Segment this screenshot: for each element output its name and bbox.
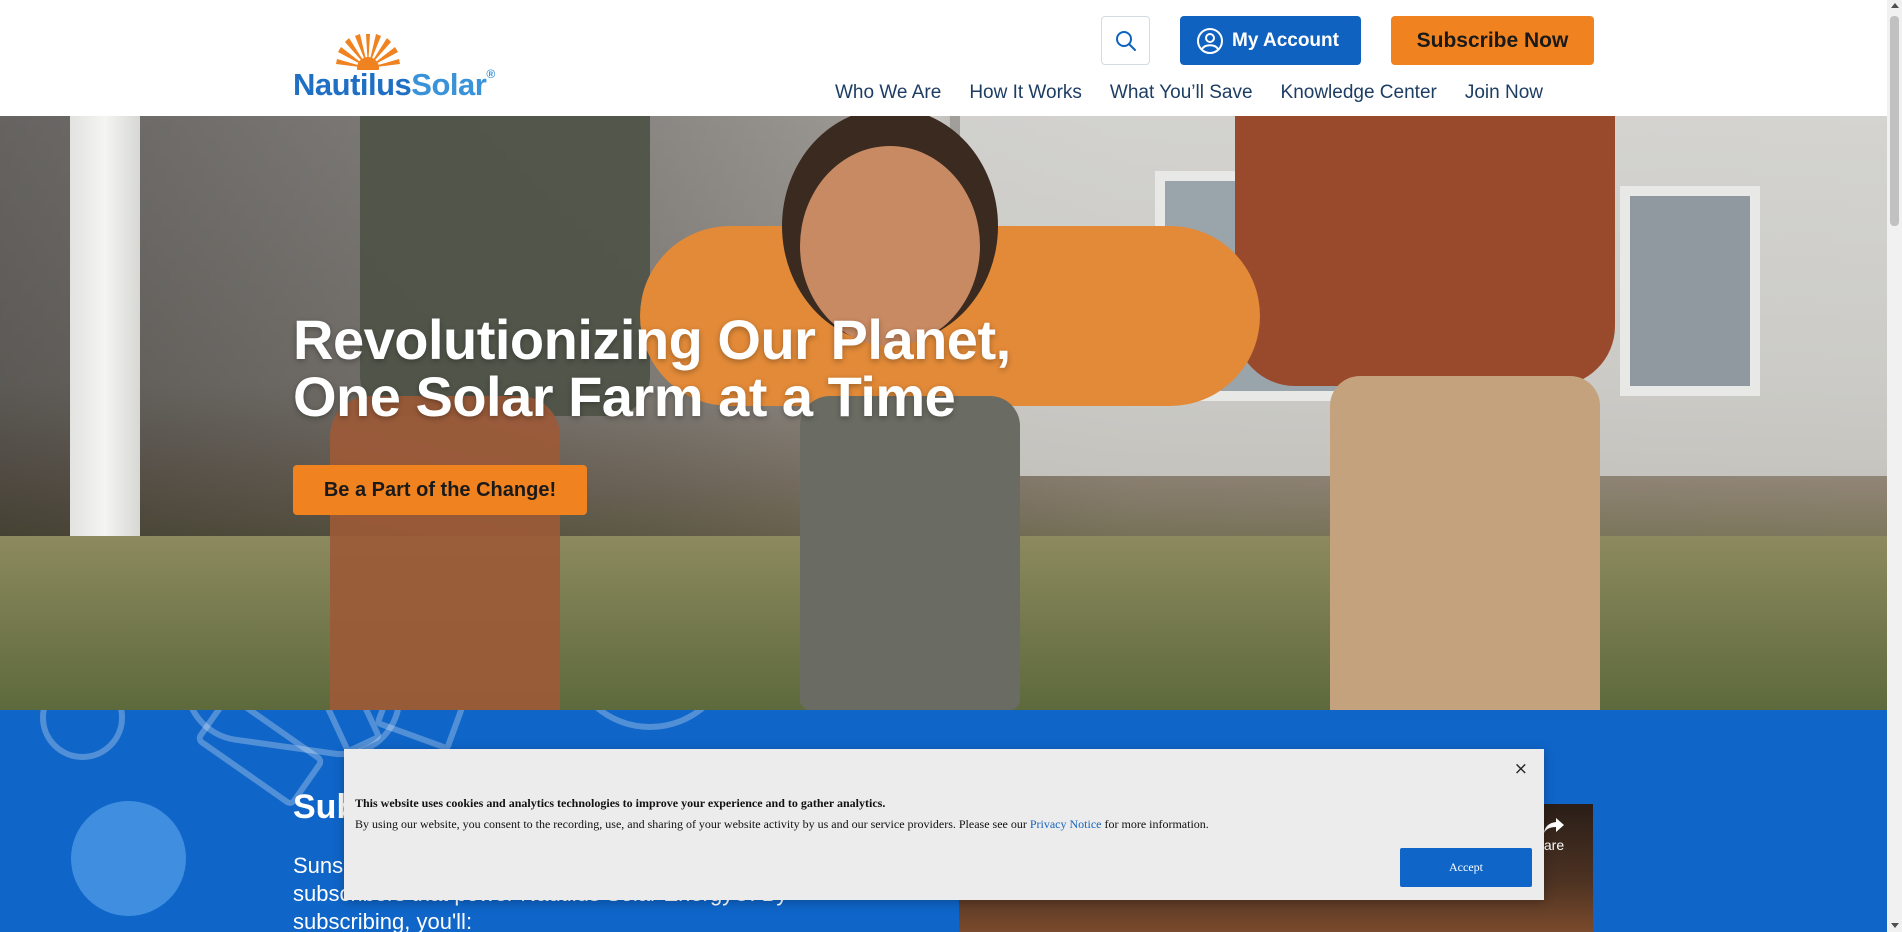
search-button[interactable] [1101, 16, 1150, 65]
hero-person-right-pants [1330, 376, 1600, 710]
hero-person-right-sweater [1235, 116, 1615, 386]
nautilus-solar-logo[interactable]: NautilusSolar® [293, 28, 518, 103]
user-circle-icon [1197, 27, 1223, 54]
decorative-circle [40, 710, 125, 760]
hero-child-overalls [800, 396, 1020, 710]
close-icon[interactable]: × [1514, 759, 1528, 779]
video-share-label: are [1543, 837, 1565, 853]
page-scrollbar[interactable] [1887, 0, 1902, 932]
hero-title: Revolutionizing Our Planet, One Solar Fa… [293, 311, 1011, 425]
privacy-notice-link[interactable]: Privacy Notice [1030, 817, 1102, 831]
hero-title-line-2: One Solar Farm at a Time [293, 365, 956, 428]
nav-what-youll-save[interactable]: What You’ll Save [1110, 82, 1253, 104]
logo-word-nautilus: Nautilus [293, 67, 412, 102]
hero-banner: Revolutionizing Our Planet, One Solar Fa… [0, 116, 1887, 710]
my-account-label: My Account [1232, 29, 1339, 51]
logo-word-solar: Solar [411, 67, 487, 102]
main-nav: Who We Are How It Works What You’ll Save… [835, 82, 1543, 104]
sun-logo-icon [336, 34, 400, 70]
subscribe-now-button[interactable]: Subscribe Now [1391, 16, 1594, 65]
scroll-down-arrow-icon[interactable] [1891, 923, 1899, 928]
hero-column [70, 116, 140, 536]
hero-window [1620, 186, 1760, 396]
video-share-button[interactable]: are [1543, 816, 1565, 853]
nav-how-it-works[interactable]: How It Works [969, 82, 1082, 104]
cookie-body-text: By using our website, you consent to the… [355, 817, 1030, 831]
nav-join-now[interactable]: Join Now [1465, 82, 1543, 104]
share-arrow-icon [1544, 818, 1564, 833]
cookie-banner-body: By using our website, you consent to the… [355, 817, 1209, 832]
nav-knowledge-center[interactable]: Knowledge Center [1281, 82, 1437, 104]
accept-cookies-button[interactable]: Accept [1400, 848, 1532, 887]
hero-person-left-pants [330, 396, 560, 710]
site-header: NautilusSolar® My Account Subscribe Now … [0, 0, 1887, 116]
my-account-button[interactable]: My Account [1180, 16, 1361, 65]
decorative-circle [565, 710, 735, 730]
be-part-of-change-button[interactable]: Be a Part of the Change! [293, 465, 587, 515]
logo-registered-mark: ® [486, 67, 495, 81]
cookie-banner-title: This website uses cookies and analytics … [355, 796, 886, 810]
nav-who-we-are[interactable]: Who We Are [835, 82, 941, 104]
scrollbar-thumb[interactable] [1890, 16, 1899, 226]
scroll-up-arrow-icon[interactable] [1891, 3, 1899, 8]
cookie-body-text-end: for more information. [1101, 817, 1209, 831]
search-icon [1115, 30, 1136, 51]
cookie-consent-banner: × This website uses cookies and analytic… [344, 749, 1544, 900]
decorative-filled-circle [71, 801, 186, 916]
hero-title-line-1: Revolutionizing Our Planet, [293, 308, 1011, 371]
logo-wordmark: NautilusSolar® [293, 67, 495, 103]
